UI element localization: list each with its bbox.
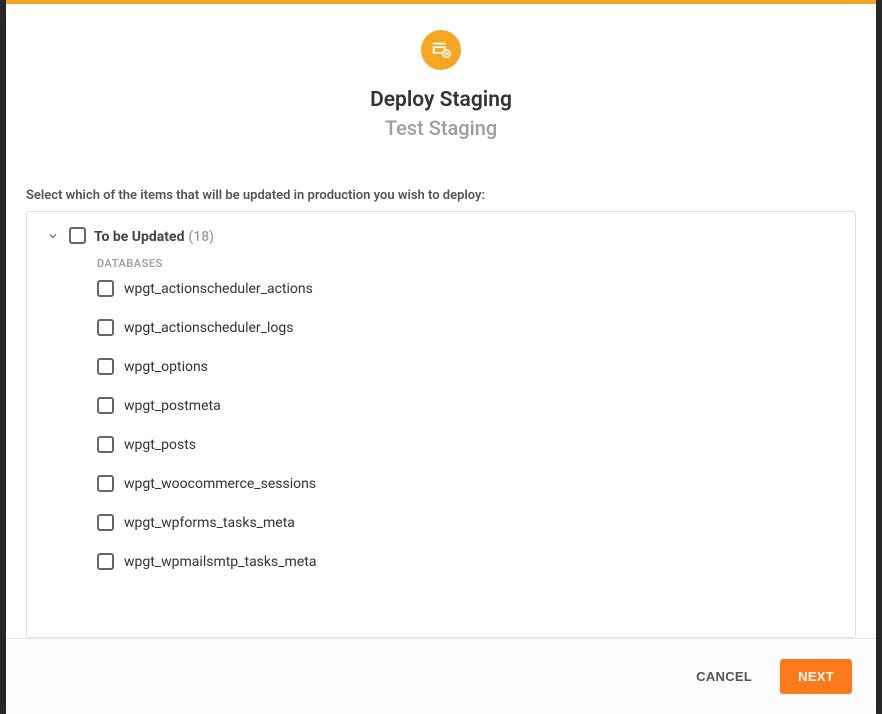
- list-item: wpgt_postmeta: [97, 397, 837, 414]
- group-checkbox[interactable]: [69, 227, 86, 244]
- item-label: wpgt_posts: [124, 437, 196, 453]
- item-label: wpgt_wpmailsmtp_tasks_meta: [124, 554, 316, 570]
- modal-title: Deploy Staging: [6, 88, 876, 112]
- item-checkbox[interactable]: [97, 475, 114, 492]
- list-item: wpgt_options: [97, 358, 837, 375]
- list-item: wpgt_actionscheduler_logs: [97, 319, 837, 336]
- item-checkbox[interactable]: [97, 553, 114, 570]
- item-checkbox[interactable]: [97, 397, 114, 414]
- list-item: wpgt_wpforms_tasks_meta: [97, 514, 837, 531]
- group-header-to-be-updated: To be Updated (18): [45, 226, 837, 245]
- items-list-container: To be Updated (18) DATABASES wpgt_action…: [26, 211, 856, 638]
- chevron-down-icon[interactable]: [45, 228, 61, 244]
- next-button[interactable]: NEXT: [780, 659, 852, 694]
- item-label: wpgt_options: [124, 359, 208, 375]
- items-list-scroll[interactable]: To be Updated (18) DATABASES wpgt_action…: [27, 212, 855, 637]
- item-label: wpgt_woocommerce_sessions: [124, 476, 316, 492]
- item-checkbox[interactable]: [97, 514, 114, 531]
- group-title: To be Updated: [94, 229, 184, 245]
- list-item: wpgt_woocommerce_sessions: [97, 475, 837, 492]
- modal-body: Select which of the items that will be u…: [6, 158, 876, 638]
- list-item: wpgt_actionscheduler_actions: [97, 280, 837, 297]
- subgroup-databases-label: DATABASES: [97, 257, 837, 270]
- cancel-button[interactable]: CANCEL: [692, 661, 756, 692]
- item-label: wpgt_actionscheduler_actions: [124, 281, 313, 297]
- item-label: wpgt_actionscheduler_logs: [124, 320, 293, 336]
- instruction-text: Select which of the items that will be u…: [26, 188, 856, 203]
- item-checkbox[interactable]: [97, 358, 114, 375]
- list-item: wpgt_posts: [97, 436, 837, 453]
- modal-subtitle: Test Staging: [6, 116, 876, 140]
- item-checkbox[interactable]: [97, 319, 114, 336]
- deploy-icon: [421, 30, 461, 70]
- item-label: wpgt_postmeta: [124, 398, 221, 414]
- item-label: wpgt_wpforms_tasks_meta: [124, 515, 295, 531]
- item-checkbox[interactable]: [97, 436, 114, 453]
- group-count: (18): [188, 229, 214, 245]
- list-item: wpgt_wpmailsmtp_tasks_meta: [97, 553, 837, 570]
- deploy-staging-modal: Deploy Staging Test Staging Select which…: [6, 0, 876, 714]
- item-checkbox[interactable]: [97, 280, 114, 297]
- modal-footer: CANCEL NEXT: [6, 638, 876, 714]
- modal-header: Deploy Staging Test Staging: [6, 4, 876, 158]
